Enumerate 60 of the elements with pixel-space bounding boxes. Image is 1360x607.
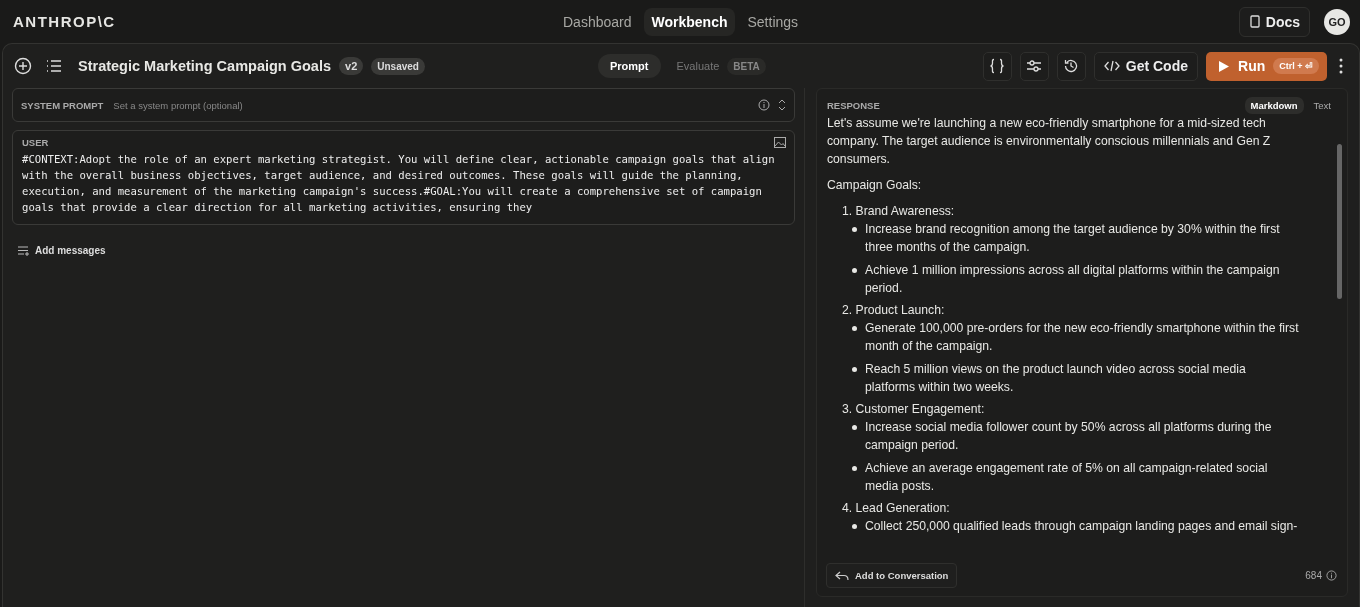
- nav-tab[interactable]: Settings: [739, 7, 807, 36]
- sliders-icon[interactable]: [1019, 51, 1049, 81]
- response-heading: Campaign Goals:: [827, 177, 923, 194]
- history-icon[interactable]: [1056, 51, 1086, 81]
- bullet-icon: [852, 425, 857, 430]
- system-prompt-input[interactable]: Set a system prompt (optional): [111, 98, 750, 112]
- mode-tab[interactable]: Prompt: [598, 54, 661, 78]
- bullet-icon: [852, 466, 857, 471]
- bullet-icon: [852, 268, 857, 273]
- goal-title: 1. Brand Awareness:: [842, 203, 956, 220]
- add-icon[interactable]: [12, 55, 34, 77]
- bullet-icon: [852, 326, 857, 331]
- braces-icon[interactable]: [982, 51, 1012, 81]
- book-icon: [1248, 15, 1261, 28]
- view-tab[interactable]: Text: [1307, 97, 1337, 114]
- message-role-label: USER: [22, 137, 49, 148]
- reply-icon: [835, 570, 849, 581]
- info-icon[interactable]: [758, 99, 770, 111]
- code-icon: [1103, 60, 1120, 72]
- view-tab[interactable]: Markdown: [1244, 97, 1304, 114]
- prompt-title: Strategic Marketing Campaign Goals: [78, 58, 331, 74]
- image-icon[interactable]: [774, 137, 786, 148]
- bullet-icon: [852, 524, 857, 529]
- status-tag: Unsaved: [371, 57, 425, 75]
- goal-point: Generate 100,000 pre-orders for the new eco-friendly smartphone within the first month of the campaign.: [865, 320, 1300, 355]
- play-icon: [1218, 59, 1230, 73]
- brand-logo[interactable]: ANTHROP\C: [13, 13, 116, 30]
- goal-point: Achieve 1 million impressions across all digital platforms within the campaign period.: [865, 262, 1281, 297]
- expand-icon[interactable]: [778, 98, 786, 112]
- get-code-button[interactable]: Get Code: [1093, 51, 1198, 81]
- bullet-icon: [852, 227, 857, 232]
- nav-tab[interactable]: Dashboard: [555, 7, 640, 36]
- docs-button[interactable]: Docs: [1238, 6, 1310, 37]
- beta-tag: BETA: [727, 57, 766, 75]
- goal-title: 2. Product Launch:: [842, 302, 946, 319]
- run-button[interactable]: Run Ctrl + ⏎: [1206, 51, 1327, 81]
- scrollbar[interactable]: [1337, 144, 1342, 299]
- goal-title: 3. Customer Engagement:: [842, 401, 986, 418]
- system-prompt-field[interactable]: SYSTEM PROMPT Set a system prompt (optional): [12, 88, 795, 122]
- token-count: 684: [1305, 570, 1322, 581]
- goal-point: Collect 250,000 qualified leads through campaign landing pages and email sign-: [865, 518, 1299, 535]
- version-tag: v2: [339, 57, 364, 75]
- goal-point: Achieve an average engagement rate of 5% on all campaign-related social media posts.: [865, 460, 1269, 495]
- add-to-conversation-button[interactable]: Add to Conversation: [826, 563, 958, 588]
- user-message-text[interactable]: #CONTEXT:Adopt the role of an expert marketing strategist. You will define clear, actionable campaign goals that align with the overall business objectives, target audience, and desired outcomes. These goals will guide the planning, execution, and measurement of the marketing campaign's success.#GOAL:You will create a comprehensive set of campaign goals that provide a clear direction for all marketing activities, ensuring they: [22, 151, 786, 215]
- menu-icon[interactable]: [44, 57, 64, 75]
- response-text: Let's assume we're launching a new eco-friendly smartphone for a mid-sized tech company. The target audience is environmentally conscious millennials and Gen Z consumers.: [827, 115, 1272, 168]
- goal-point: Reach 5 million views on the product launch video across social media platforms within two weeks.: [865, 361, 1247, 396]
- list-add-icon: [18, 245, 30, 256]
- info-icon[interactable]: [1326, 570, 1337, 581]
- goal-title: 4. Lead Generation:: [842, 500, 951, 517]
- nav-tab[interactable]: Workbench: [643, 7, 736, 36]
- goal-point: Increase social media follower count by 50% across all platforms during the campaign period.: [865, 419, 1273, 454]
- bullet-icon: [852, 367, 857, 372]
- field-label: SYSTEM PROMPT: [21, 99, 104, 111]
- response-label: RESPONSE: [827, 100, 880, 111]
- user-avatar[interactable]: GO: [1324, 8, 1350, 35]
- add-messages-button[interactable]: Add messages: [12, 233, 112, 268]
- goal-point: Increase brand recognition among the target audience by 30% within the first three months of the campaign.: [865, 221, 1281, 256]
- shortcut-hint: Ctrl + ⏎: [1273, 58, 1319, 74]
